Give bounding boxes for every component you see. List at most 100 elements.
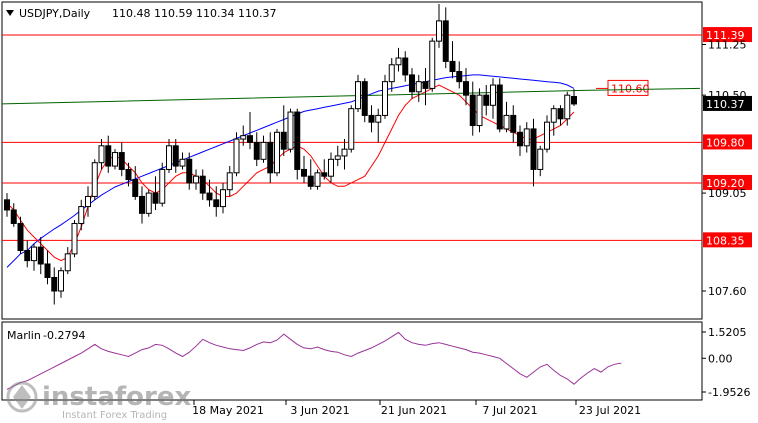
candle-body <box>368 114 375 123</box>
marlin-name: Marlin <box>7 329 41 342</box>
candle-body <box>571 96 577 105</box>
candle-body <box>537 148 544 170</box>
candle-body <box>139 195 145 214</box>
candle-body <box>388 64 395 83</box>
candle-body <box>496 84 503 130</box>
date-tick-label: 7 Jul 2021 <box>482 404 537 417</box>
marlin-value: -0.2794 <box>43 329 85 342</box>
candle-body <box>206 192 213 201</box>
candle-body <box>118 152 125 170</box>
candle-body <box>44 263 51 278</box>
symbol-label: USDJPY,Daily <box>19 7 91 20</box>
date-tick-label: 23 Jul 2021 <box>579 404 641 417</box>
candle-body <box>510 114 517 133</box>
candle-body <box>125 168 132 181</box>
candle-body <box>375 114 382 123</box>
ohlc-readout: 110.48 110.59 110.34 110.37 <box>112 7 276 20</box>
candle-body <box>17 222 24 251</box>
marlin-tick-label: 1.5205 <box>708 326 747 339</box>
level-label-109.80: 109.80 <box>706 136 745 149</box>
candle-body <box>382 81 388 116</box>
candle-body <box>4 199 10 211</box>
candle-body <box>71 222 78 255</box>
candle-body <box>314 172 321 187</box>
candle-body <box>226 172 233 191</box>
candle-body <box>24 249 31 262</box>
candle-body <box>361 81 368 116</box>
candle-body <box>321 172 328 177</box>
candle-body <box>564 94 571 120</box>
candle-body <box>98 145 105 164</box>
candle-body <box>64 253 71 272</box>
candle-body <box>220 189 226 208</box>
candle-body <box>402 57 409 76</box>
candle-body <box>294 111 301 170</box>
candle-body <box>213 199 220 208</box>
candle-body <box>37 246 44 265</box>
candle-body <box>199 175 206 194</box>
candle-body <box>456 71 463 83</box>
date-tick-label: 18 May 2021 <box>192 404 264 417</box>
candle-body <box>557 108 564 120</box>
candle-body <box>78 206 85 224</box>
candle-body <box>132 179 139 197</box>
candle-body <box>159 168 166 204</box>
candle-body <box>348 108 355 150</box>
candle-body <box>429 40 436 89</box>
watermark-brand: instaforex <box>42 382 192 412</box>
price-tick-label: 107.60 <box>708 285 747 298</box>
candle-body <box>51 276 58 292</box>
candle-body <box>328 158 334 177</box>
watermark-tagline: Instant Forex Trading <box>62 410 167 421</box>
candle-body <box>186 158 193 184</box>
date-tick-label: 3 Jun 2021 <box>290 404 349 417</box>
candle-body <box>112 152 118 167</box>
candle-body <box>503 114 510 130</box>
candle-body <box>442 20 449 62</box>
candle-body <box>85 195 91 208</box>
candle-body <box>469 94 476 127</box>
candle-body <box>415 81 422 93</box>
price-axis: 111.39109.80109.20108.35111.25110.50109.… <box>702 27 752 399</box>
candle-body <box>463 81 469 96</box>
marlin-tick-label: -1.9526 <box>708 386 750 399</box>
price-tick-label: 109.05 <box>708 187 747 200</box>
candle-body <box>267 141 274 174</box>
candle-body <box>550 108 557 123</box>
candle-body <box>422 81 429 89</box>
candle-body <box>395 57 402 66</box>
candle-body <box>247 135 253 143</box>
candle-body <box>490 84 496 106</box>
price-tick-label: 111.25 <box>708 39 747 52</box>
chart-canvas: 110.60 111.39109.80109.20108.35111.25110… <box>1 1 752 421</box>
candle-body <box>544 121 550 150</box>
level-label-108.35: 108.35 <box>706 234 745 247</box>
candle-body <box>172 145 179 167</box>
marlin-tick-label: 0.00 <box>708 352 733 365</box>
candle-body <box>240 135 247 140</box>
date-tick-label: 21 Jun 2021 <box>381 404 447 417</box>
candle-body <box>58 270 64 292</box>
candle-body <box>307 175 314 187</box>
candle-body <box>483 94 490 106</box>
candle-body <box>152 192 159 204</box>
candle-body <box>179 158 186 167</box>
candle-body <box>280 131 287 150</box>
candle-body <box>145 192 152 214</box>
candle-body <box>355 81 361 110</box>
candle-body <box>476 94 483 127</box>
candle-body <box>10 209 17 224</box>
candle-body <box>436 20 442 42</box>
candle-body <box>449 60 456 73</box>
candle-body <box>193 175 199 184</box>
candle-body <box>523 128 530 147</box>
candle-body <box>233 138 240 174</box>
candle-body <box>105 145 112 167</box>
date-axis: 18 May 2021 3 Jun 2021 21 Jun 2021 7 Jul 20… <box>192 400 641 417</box>
candle-body <box>341 148 348 157</box>
candle-body <box>274 131 280 174</box>
candle-body <box>517 131 523 147</box>
candle-body <box>166 145 172 170</box>
candle-body <box>334 155 341 160</box>
candle-body <box>530 128 537 170</box>
